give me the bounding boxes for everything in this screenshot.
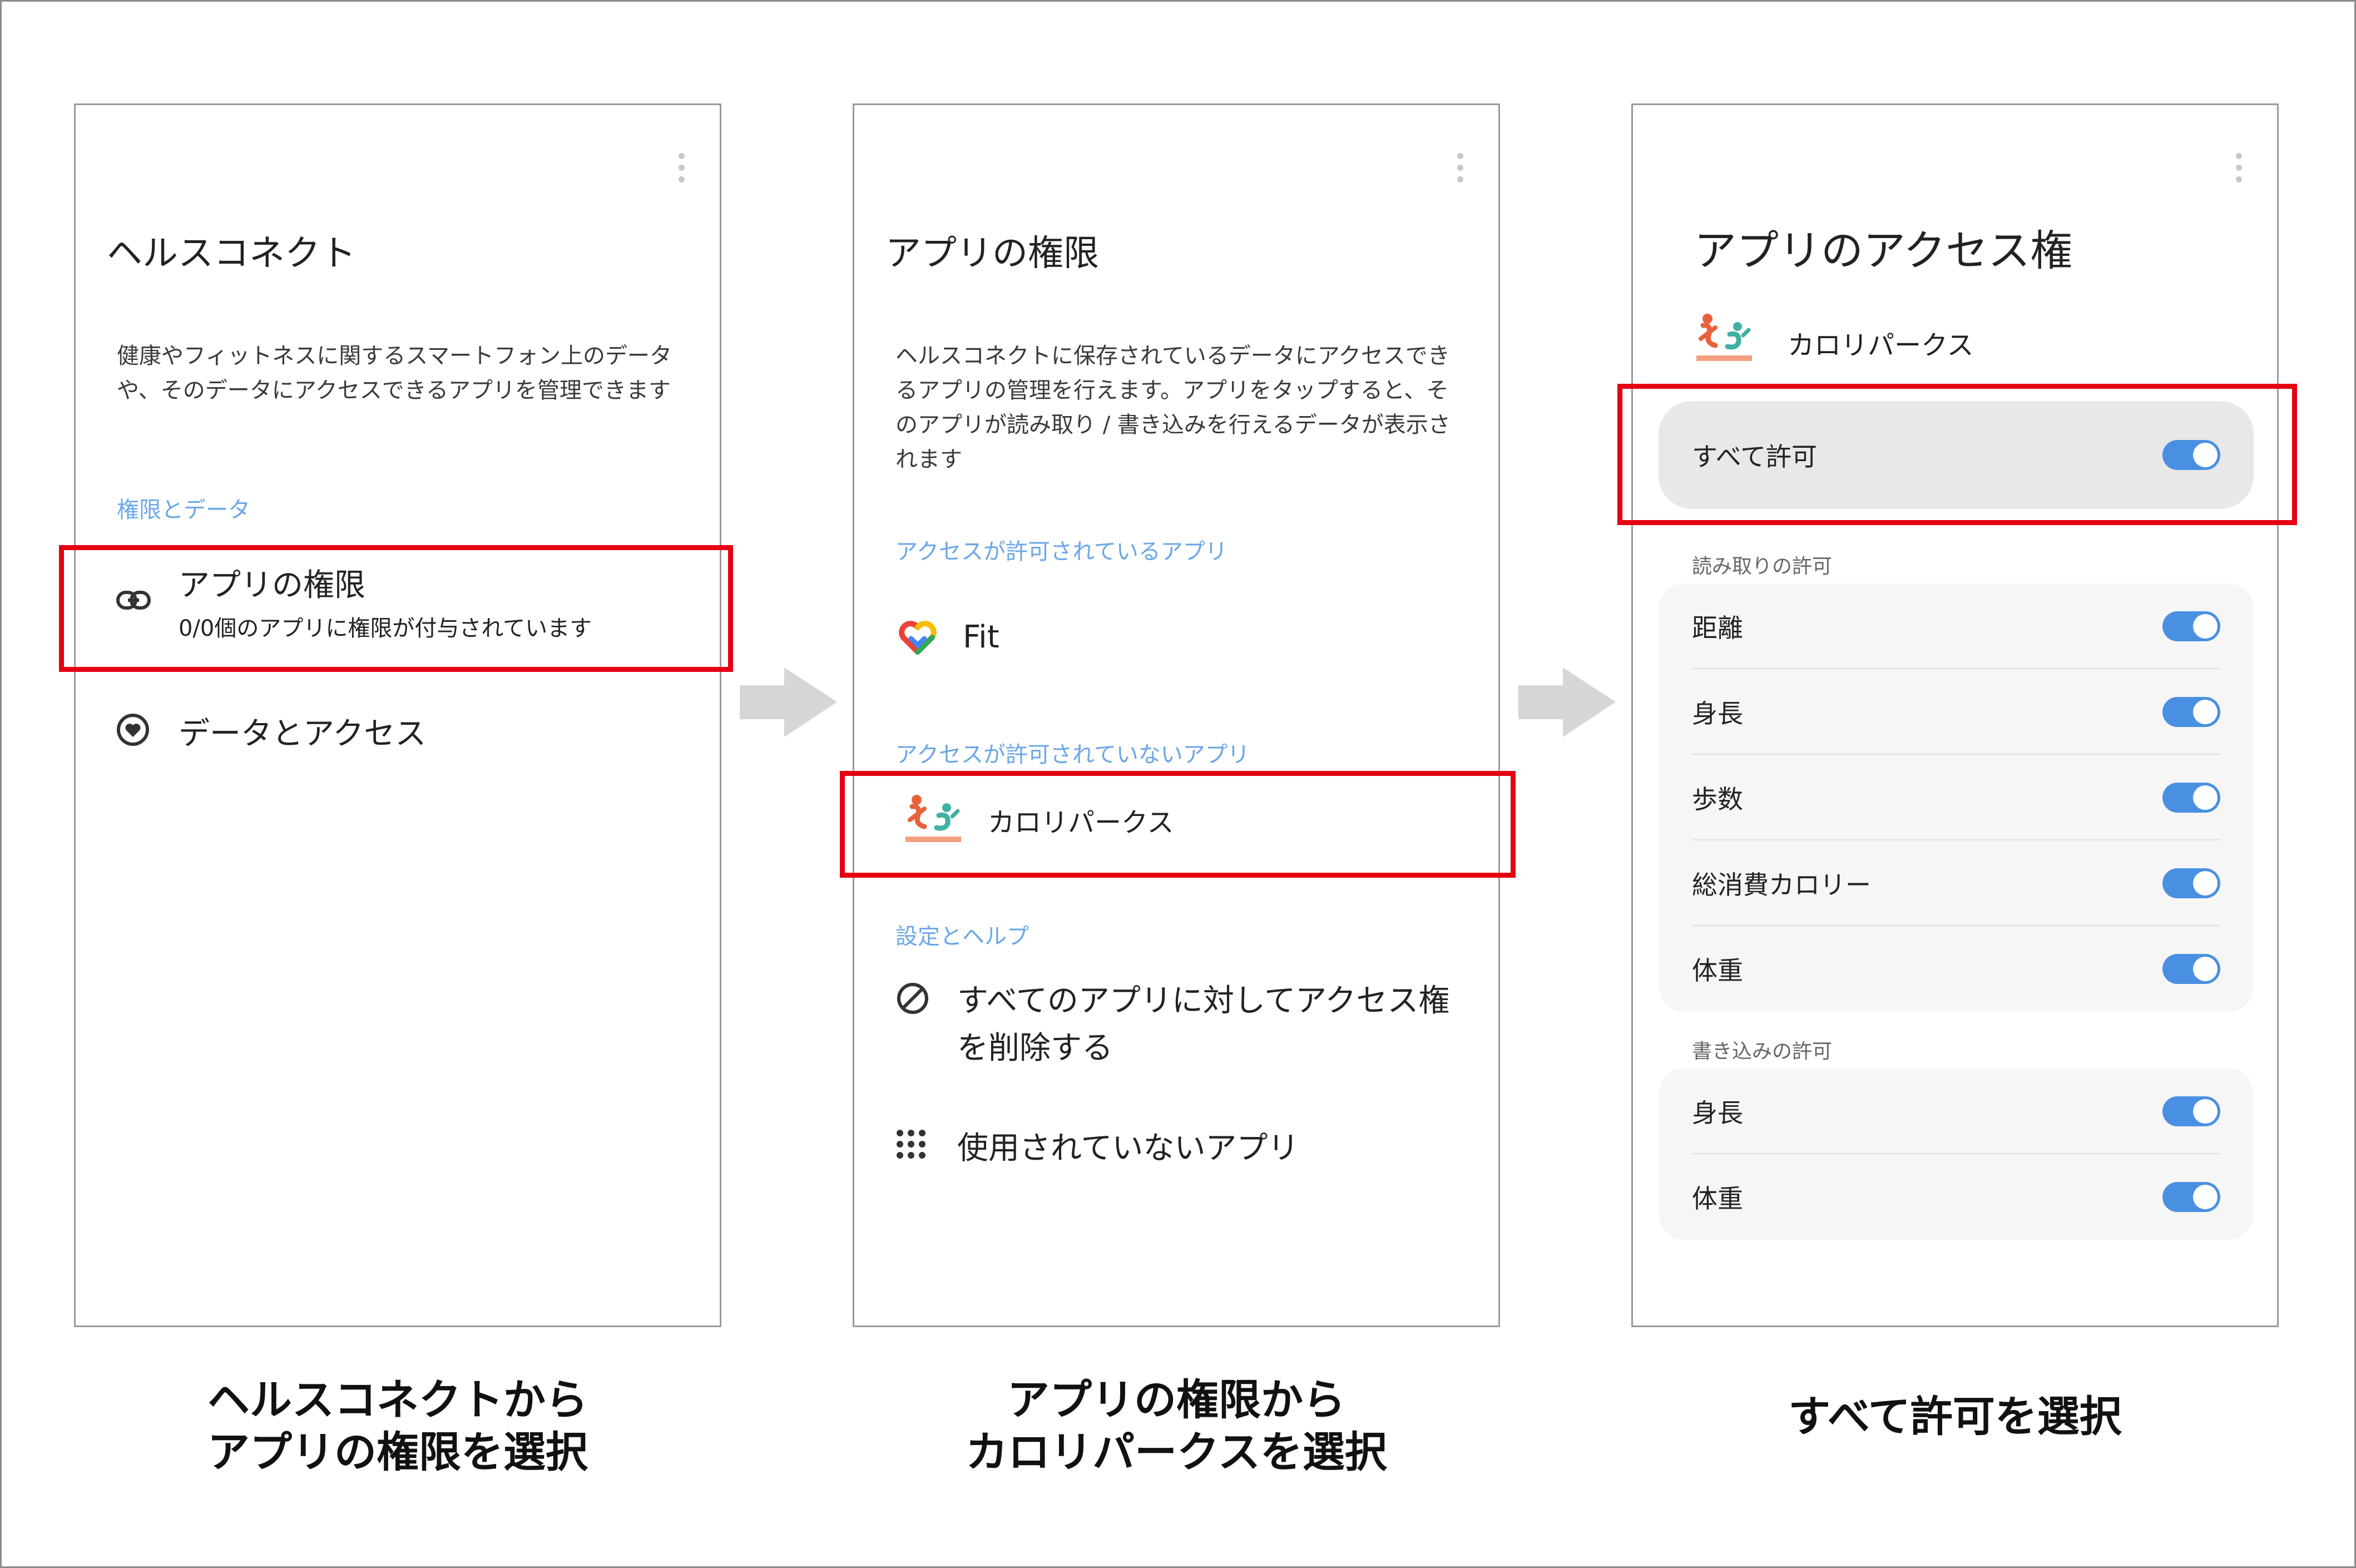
grid-icon [897,1130,925,1159]
read-item-distance[interactable]: 距離 [1659,583,2254,669]
caption-step1-line2: アプリの権限を選択 [207,1427,588,1477]
caption-step3: すべて許可を選択 [1631,1391,2279,1443]
section-not-allowed-apps: アクセスが許可されていないアプリ [895,742,1250,768]
read-item-weight[interactable]: 体重 [1659,926,2254,1012]
screen-app-permissions: アプリの権限 ヘルスコネクトに保存されているデータにアクセスできるアプリの管理を… [853,103,1500,1327]
write-item-height[interactable]: 身長 [1659,1069,2254,1154]
app-name: カロリパークス [1788,330,1974,361]
section-allowed-apps: アクセスが許可されているアプリ [895,539,1228,565]
arrow-right-icon [1518,667,1616,737]
arrow-right-icon [740,667,837,737]
caption-step2: アプリの権限から カロリパークスを選択 [853,1374,1500,1478]
read-item-label: 距離 [1692,613,1743,643]
remove-all-access-label-line1: すべてのアプリに対してアクセス権 [957,983,1450,1019]
page-description: ヘルスコネクトに保存されているデータにアクセスできるアプリの管理を行えます。アプ… [895,343,1451,472]
write-item-label: 身長 [1692,1098,1743,1128]
read-item-steps[interactable]: 歩数 [1659,755,2254,840]
section-settings-help: 設定とヘルプ [895,924,1029,949]
read-item-label: 歩数 [1692,784,1743,814]
section-write-permissions: 書き込みの許可 [1692,1040,1833,1063]
kp-logo-icon [1696,314,1752,361]
read-item-toggle[interactable] [2162,697,2220,727]
page-description: 健康やフィットネスに関するスマートフォン上のデータや、そのデータにアクセスできる… [117,343,672,403]
heart-circle-icon [117,714,149,746]
read-item-label: 体重 [1692,956,1743,986]
section-permissions-data: 権限とデータ [117,497,250,523]
fit-label: Fit [963,619,999,655]
page-title: アプリの権限 [885,233,1099,274]
highlight-app-permissions [59,545,733,672]
write-item-toggle[interactable] [2162,1096,2220,1126]
read-item-toggle[interactable] [2162,611,2220,641]
section-read-permissions: 読み取りの許可 [1692,555,1833,578]
read-item-total-calories[interactable]: 総消費カロリー [1659,840,2254,926]
highlight-kp-app [840,771,1516,878]
read-permissions-card: 距離 身長 歩数 総消費カロリー 体重 [1659,583,2254,1012]
more-options-icon[interactable] [2235,153,2243,183]
caption-step2-line1: アプリの権限から [1007,1375,1345,1424]
read-item-toggle[interactable] [2162,868,2220,898]
write-permissions-card: 身長 体重 [1659,1069,2254,1240]
page-title: ヘルスコネクト [107,233,356,274]
block-icon [897,983,928,1014]
caption-step3-line1: すべて許可を選択 [1788,1392,2122,1441]
read-item-toggle[interactable] [2162,954,2220,984]
screen-app-access: アプリのアクセス権 カロリパークス すべて許可 読み取りの許可 距離 身長 歩数 [1631,103,2279,1327]
read-item-toggle[interactable] [2162,783,2220,813]
page-title: アプリのアクセス権 [1694,226,2073,275]
write-item-weight[interactable]: 体重 [1659,1154,2254,1240]
caption-step2-line2: カロリパークスを選択 [966,1427,1387,1477]
read-item-label: 身長 [1692,699,1743,729]
caption-step1: ヘルスコネクトから アプリの権限を選択 [74,1374,721,1478]
fit-heart-icon [899,621,937,655]
read-item-label: 総消費カロリー [1692,870,1871,900]
unused-apps-label: 使用されていないアプリ [957,1130,1299,1166]
read-item-height[interactable]: 身長 [1659,669,2254,755]
remove-all-access-label-line2: を削除する [957,1030,1113,1066]
more-options-icon[interactable] [677,153,685,183]
write-item-label: 体重 [1692,1184,1743,1214]
write-item-toggle[interactable] [2162,1182,2220,1212]
screen-health-connect: ヘルスコネクト 健康やフィットネスに関するスマートフォン上のデータや、そのデータ… [74,103,721,1327]
highlight-allow-all [1617,384,2297,525]
more-options-icon[interactable] [1456,153,1464,183]
caption-step1-line1: ヘルスコネクトから [207,1375,588,1424]
data-access-label: データとアクセス [179,716,427,752]
